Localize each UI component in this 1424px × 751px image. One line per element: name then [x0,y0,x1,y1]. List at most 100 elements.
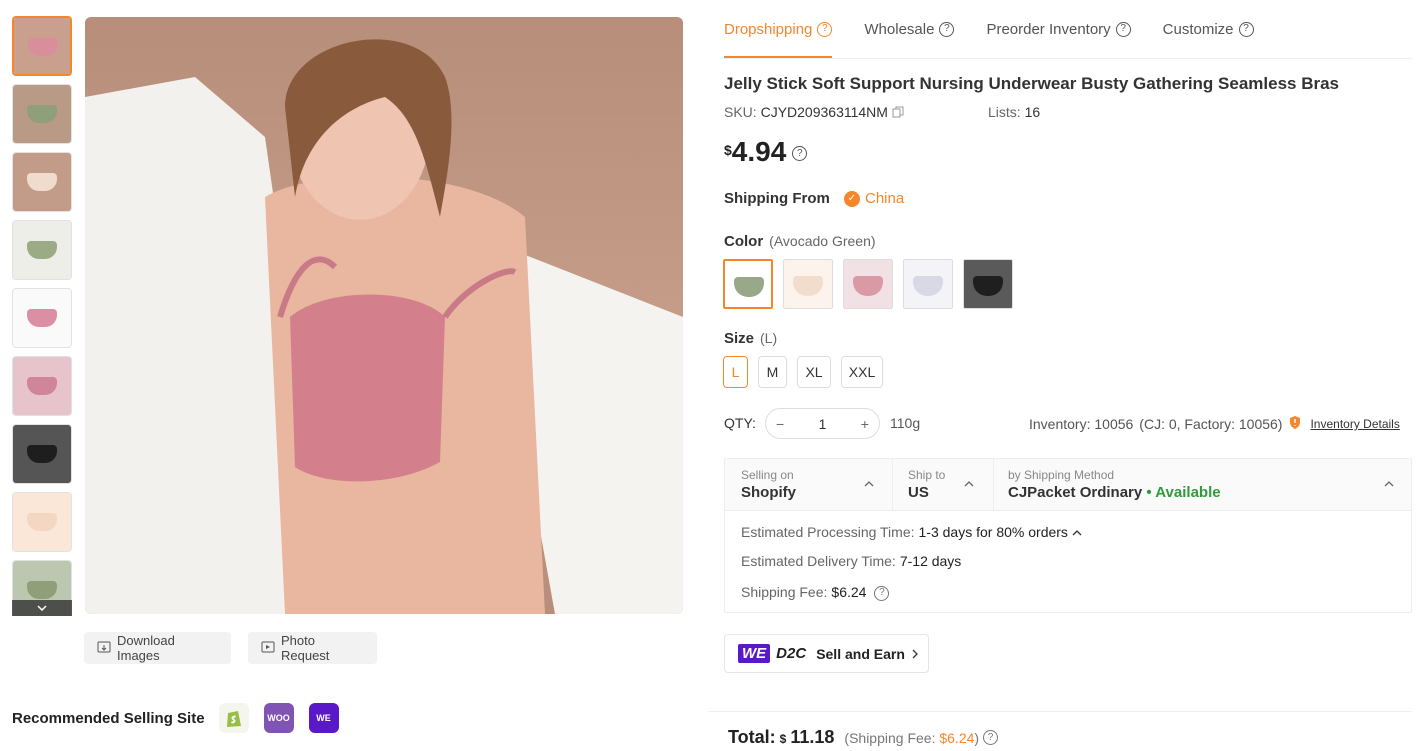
color-swatch-black[interactable] [963,259,1013,309]
sku-label: SKU: [724,104,757,120]
help-icon[interactable]: ? [1115,21,1131,37]
chevron-up-icon[interactable] [964,479,974,489]
download-images-label: Download Images [117,633,175,663]
d2c-logo: D2C [776,645,807,662]
photo-request-label: Photo Request [281,633,330,663]
woocommerce-icon[interactable]: WOO [263,703,294,733]
processing-value: 1-3 days for 80% orders [918,524,1068,540]
chevron-up-icon[interactable] [1384,479,1394,489]
tab-dropshipping[interactable]: Dropshipping? [724,14,833,58]
inventory-details-link[interactable]: Inventory Details [1310,417,1399,431]
delivery-time: Estimated Delivery Time: 7-12 days [741,553,961,569]
qty-label: QTY: [724,415,756,431]
color-selected: (Avocado Green) [769,233,876,249]
shipping-from-label: Shipping From [724,190,830,207]
total-label: Total: [728,727,776,747]
tab-label: Customize [1162,20,1234,38]
shipping-from-option[interactable]: ✓ China [844,190,904,207]
divider [708,711,1412,712]
help-icon[interactable]: ? [817,21,833,37]
processing-label: Estimated Processing Time: [741,524,915,540]
shipping-panel: Selling on Shopify Ship to US by Shippin… [724,458,1412,613]
size-option-l[interactable]: L [723,356,748,388]
shipping-panel-header: Selling on Shopify Ship to US by Shippin… [725,459,1411,511]
download-image-icon [97,640,111,657]
availability-status: • Available [1146,484,1221,501]
size-selected: (L) [760,330,778,346]
shopify-icon[interactable] [218,703,249,733]
sku-value: CJYD209363114NM [760,104,888,120]
shipping-method-row: CJPacket Ordinary • Available [1008,484,1221,501]
selling-on-label: Selling on [741,468,794,482]
fee-value: $6.24 [831,584,867,600]
increase-qty-button[interactable]: + [861,416,869,432]
tab-wholesale[interactable]: Wholesale? [864,14,955,44]
shipping-method-label: by Shipping Method [1008,468,1115,482]
thumbnail-strip [12,16,72,616]
inventory-shield-icon [1288,415,1302,433]
size-label-row: Size (L) [724,330,777,347]
sell-and-earn-button[interactable]: WE D2C Sell and Earn [724,634,929,673]
chevron-up-icon[interactable] [864,479,874,489]
thumbnail-scroll-down-icon[interactable] [12,600,72,616]
download-images-button[interactable]: Download Images [84,632,231,664]
qty-value[interactable]: 1 [819,416,827,432]
tab-customize[interactable]: Customize? [1163,14,1254,44]
price-amount: 4.94 [731,136,787,167]
thumbnail-1[interactable] [12,16,72,76]
help-icon[interactable]: ? [939,21,955,37]
tab-preorder-inventory[interactable]: Preorder Inventory? [986,14,1131,44]
photo-request-icon [261,640,275,657]
size-option-xl[interactable]: XL [797,356,831,388]
size-option-xxl[interactable]: XXL [841,356,883,388]
shipping-fee: Shipping Fee: $6.24 ? [741,584,890,601]
weight: 110g [890,415,921,431]
we-d2c-site-icon[interactable]: WE [308,703,339,733]
lists-value: 16 [1024,104,1041,120]
main-product-image [85,17,683,614]
fee-help-icon[interactable]: ? [874,585,890,601]
thumbnail-2[interactable] [12,84,72,144]
selling-on-value: Shopify [741,484,796,501]
total-fee-prefix: (Shipping Fee: [844,730,936,746]
recommended-label: Recommended Selling Site [12,709,205,727]
ship-to-value: US [908,484,929,501]
color-swatch-beige[interactable] [783,259,833,309]
ship-to-select[interactable]: Ship to US [908,468,945,501]
color-swatch-light-purple[interactable] [903,259,953,309]
delivery-value: 7-12 days [899,553,962,569]
lists-count: Lists: 16 [988,104,1040,120]
copy-icon[interactable] [892,105,904,121]
inventory: Inventory: 10056 (CJ: 0, Factory: 10056)… [1029,415,1400,433]
shipping-from-value: China [865,190,905,207]
shipping-method-select[interactable]: by Shipping Method CJPacket Ordinary • A… [1008,468,1221,501]
chevron-up-icon[interactable] [1072,529,1082,537]
color-swatch-pink[interactable] [843,259,893,309]
tab-label: Preorder Inventory [986,20,1111,38]
thumbnail-8[interactable] [12,492,72,552]
chevron-right-icon [912,649,918,658]
thumbnail-5[interactable] [12,288,72,348]
total-help-icon[interactable]: ? [983,730,999,745]
photo-request-button[interactable]: Photo Request [248,632,377,664]
lists-label: Lists: [988,104,1021,120]
product-title: Jelly Stick Soft Support Nursing Underwe… [724,74,1340,93]
delivery-label: Estimated Delivery Time: [741,553,896,569]
thumbnail-6[interactable] [12,356,72,416]
total-fee-value: $6.24 [939,730,975,746]
help-icon[interactable]: ? [1238,21,1254,37]
color-swatch-avocado-green[interactable] [723,259,773,309]
price-help-icon[interactable]: ? [792,146,808,161]
thumbnail-7[interactable] [12,424,72,484]
thumbnail-4[interactable] [12,220,72,280]
recommended-selling-sites: Recommended Selling Site WOO WE [12,703,354,733]
total-fee: (Shipping Fee: $6.24) [844,730,979,746]
thumbnail-3[interactable] [12,152,72,212]
selling-on-select[interactable]: Selling on Shopify [741,468,796,501]
sku-row: SKU: CJYD209363114NM [724,104,904,121]
decrease-qty-button[interactable]: − [776,416,784,432]
total-currency: $ [779,732,787,746]
check-icon: ✓ [844,190,860,207]
processing-time: Estimated Processing Time: 1-3 days for 8… [741,524,1082,540]
size-option-m[interactable]: M [758,356,787,388]
